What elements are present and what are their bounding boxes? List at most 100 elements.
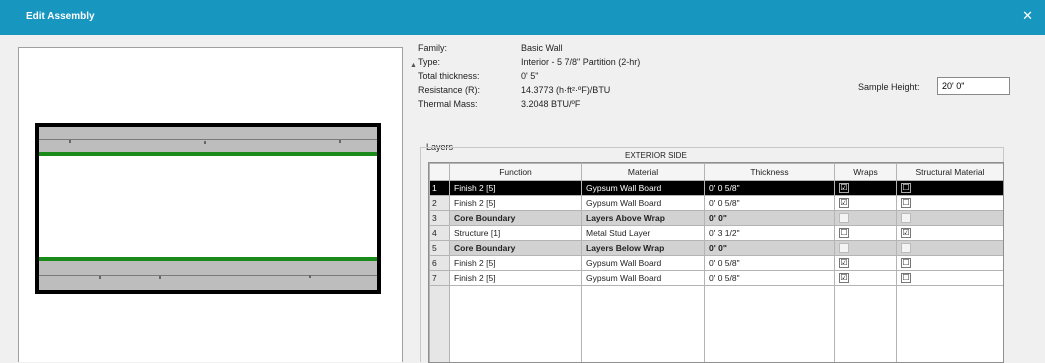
structural-checkbox[interactable]: ☐ bbox=[901, 198, 911, 209]
empty-cell bbox=[429, 342, 450, 356]
empty-cell bbox=[449, 356, 582, 362]
material-cell[interactable]: Metal Stud Layer bbox=[581, 225, 705, 241]
resistance-label: Resistance (R): bbox=[418, 85, 481, 95]
empty-cell bbox=[581, 356, 705, 362]
empty-row bbox=[429, 285, 1003, 300]
empty-cell bbox=[834, 342, 897, 356]
structural-checkbox[interactable]: ☐ bbox=[901, 183, 911, 194]
structural-cell[interactable] bbox=[896, 210, 1003, 226]
wraps-checkbox[interactable]: ☑ bbox=[839, 273, 849, 284]
material-cell[interactable]: Gypsum Wall Board bbox=[581, 195, 705, 211]
wraps-checkbox[interactable]: ☑ bbox=[839, 258, 849, 269]
empty-cell bbox=[896, 328, 1003, 342]
function-cell[interactable]: Core Boundary bbox=[449, 210, 582, 226]
material-cell[interactable]: Layers Below Wrap bbox=[581, 240, 705, 256]
wraps-cell[interactable]: ☑ bbox=[834, 255, 897, 271]
structural-cell[interactable]: ☐ bbox=[896, 270, 1003, 286]
material-cell[interactable]: Gypsum Wall Board bbox=[581, 180, 705, 196]
row-number-cell: 7 bbox=[429, 270, 450, 286]
empty-cell bbox=[449, 328, 582, 342]
close-icon[interactable]: ✕ bbox=[1022, 8, 1033, 24]
column-header-material[interactable]: Material bbox=[581, 163, 705, 181]
thickness-cell[interactable]: 0' 0 5/8" bbox=[704, 195, 835, 211]
empty-cell bbox=[896, 285, 1003, 300]
wraps-checkbox[interactable]: ☑ bbox=[839, 183, 849, 194]
sample-height-input[interactable] bbox=[937, 77, 1010, 95]
wall-preview-panel[interactable]: ▲ bbox=[18, 47, 417, 362]
empty-cell bbox=[834, 285, 897, 300]
empty-cell bbox=[834, 314, 897, 328]
table-row[interactable]: 3 Core Boundary Layers Above Wrap 0' 0" bbox=[429, 210, 1003, 226]
wraps-cell[interactable]: ☑ bbox=[834, 270, 897, 286]
wraps-cell[interactable]: ☐ bbox=[834, 225, 897, 241]
wraps-cell[interactable]: ☑ bbox=[834, 180, 897, 196]
core-boundary-line-top bbox=[39, 152, 377, 156]
wraps-cell[interactable] bbox=[834, 210, 897, 226]
scroll-up-arrow-icon[interactable]: ▲ bbox=[410, 62, 417, 69]
row-number-cell: 1 bbox=[429, 180, 450, 196]
thickness-cell[interactable]: 0' 0 5/8" bbox=[704, 255, 835, 271]
empty-row bbox=[429, 300, 1003, 314]
structural-checkbox bbox=[901, 243, 911, 254]
column-header-function[interactable]: Function bbox=[449, 163, 582, 181]
table-row[interactable]: 6 Finish 2 [5] Gypsum Wall Board 0' 0 5/8" ☑… bbox=[429, 255, 1003, 271]
wraps-checkbox[interactable]: ☑ bbox=[839, 198, 849, 209]
table-row[interactable]: 1 Finish 2 [5] Gypsum Wall Board 0' 0 5/8" ☑… bbox=[429, 180, 1003, 196]
function-cell[interactable]: Finish 2 [5] bbox=[449, 195, 582, 211]
structural-cell[interactable]: ☑ bbox=[896, 225, 1003, 241]
thickness-cell[interactable]: 0' 0 5/8" bbox=[704, 270, 835, 286]
column-header-thickness[interactable]: Thickness bbox=[704, 163, 835, 181]
thickness-cell[interactable]: 0' 0" bbox=[704, 210, 835, 226]
column-header-wraps[interactable]: Wraps bbox=[834, 163, 897, 181]
thickness-cell[interactable]: 0' 3 1/2" bbox=[704, 225, 835, 241]
material-cell[interactable]: Layers Above Wrap bbox=[581, 210, 705, 226]
empty-cell bbox=[704, 300, 835, 314]
family-value: Basic Wall bbox=[521, 43, 563, 53]
table-row[interactable]: 4 Structure [1] Metal Stud Layer 0' 3 1/2" ☐… bbox=[429, 225, 1003, 241]
structural-checkbox[interactable]: ☐ bbox=[901, 258, 911, 269]
thickness-cell[interactable]: 0' 0 5/8" bbox=[704, 180, 835, 196]
row-number-cell: 6 bbox=[429, 255, 450, 271]
empty-cell bbox=[581, 342, 705, 356]
table-row[interactable]: 2 Finish 2 [5] Gypsum Wall Board 0' 0 5/8" ☑… bbox=[429, 195, 1003, 211]
empty-cell bbox=[704, 342, 835, 356]
empty-cell bbox=[704, 314, 835, 328]
function-cell[interactable]: Structure [1] bbox=[449, 225, 582, 241]
wraps-checkbox[interactable]: ☐ bbox=[839, 228, 849, 239]
table-row[interactable]: 7 Finish 2 [5] Gypsum Wall Board 0' 0 5/8" ☑… bbox=[429, 270, 1003, 286]
type-value: Interior - 5 7/8" Partition (2-hr) bbox=[521, 57, 641, 67]
empty-cell bbox=[896, 300, 1003, 314]
structural-checkbox[interactable]: ☑ bbox=[901, 228, 911, 239]
material-cell[interactable]: Gypsum Wall Board bbox=[581, 270, 705, 286]
empty-cell bbox=[429, 300, 450, 314]
structural-cell[interactable]: ☐ bbox=[896, 255, 1003, 271]
sample-height-label: Sample Height: bbox=[858, 82, 920, 92]
column-header-structural-material[interactable]: Structural Material bbox=[896, 163, 1003, 181]
empty-cell bbox=[449, 342, 582, 356]
function-cell[interactable]: Core Boundary bbox=[449, 240, 582, 256]
layers-table[interactable]: Function Material Thickness Wraps Struct… bbox=[428, 162, 1004, 363]
family-label: Family: bbox=[418, 43, 447, 53]
structural-cell[interactable]: ☐ bbox=[896, 195, 1003, 211]
material-cell[interactable]: Gypsum Wall Board bbox=[581, 255, 705, 271]
empty-cell bbox=[704, 356, 835, 362]
thermal-mass-label: Thermal Mass: bbox=[418, 99, 478, 109]
thickness-cell[interactable]: 0' 0" bbox=[704, 240, 835, 256]
empty-cell bbox=[581, 300, 705, 314]
structural-checkbox[interactable]: ☐ bbox=[901, 273, 911, 284]
empty-cell bbox=[704, 285, 835, 300]
function-cell[interactable]: Finish 2 [5] bbox=[449, 180, 582, 196]
wraps-cell[interactable]: ☑ bbox=[834, 195, 897, 211]
structural-cell[interactable] bbox=[896, 240, 1003, 256]
type-label: Type: bbox=[418, 57, 441, 67]
wraps-checkbox bbox=[839, 243, 849, 254]
structural-cell[interactable]: ☐ bbox=[896, 180, 1003, 196]
function-cell[interactable]: Finish 2 [5] bbox=[449, 270, 582, 286]
empty-cell bbox=[429, 356, 450, 362]
row-number-cell: 5 bbox=[429, 240, 450, 256]
function-cell[interactable]: Finish 2 [5] bbox=[449, 255, 582, 271]
empty-row bbox=[429, 342, 1003, 356]
empty-row bbox=[429, 356, 1003, 362]
wraps-cell[interactable] bbox=[834, 240, 897, 256]
table-row[interactable]: 5 Core Boundary Layers Below Wrap 0' 0" bbox=[429, 240, 1003, 256]
